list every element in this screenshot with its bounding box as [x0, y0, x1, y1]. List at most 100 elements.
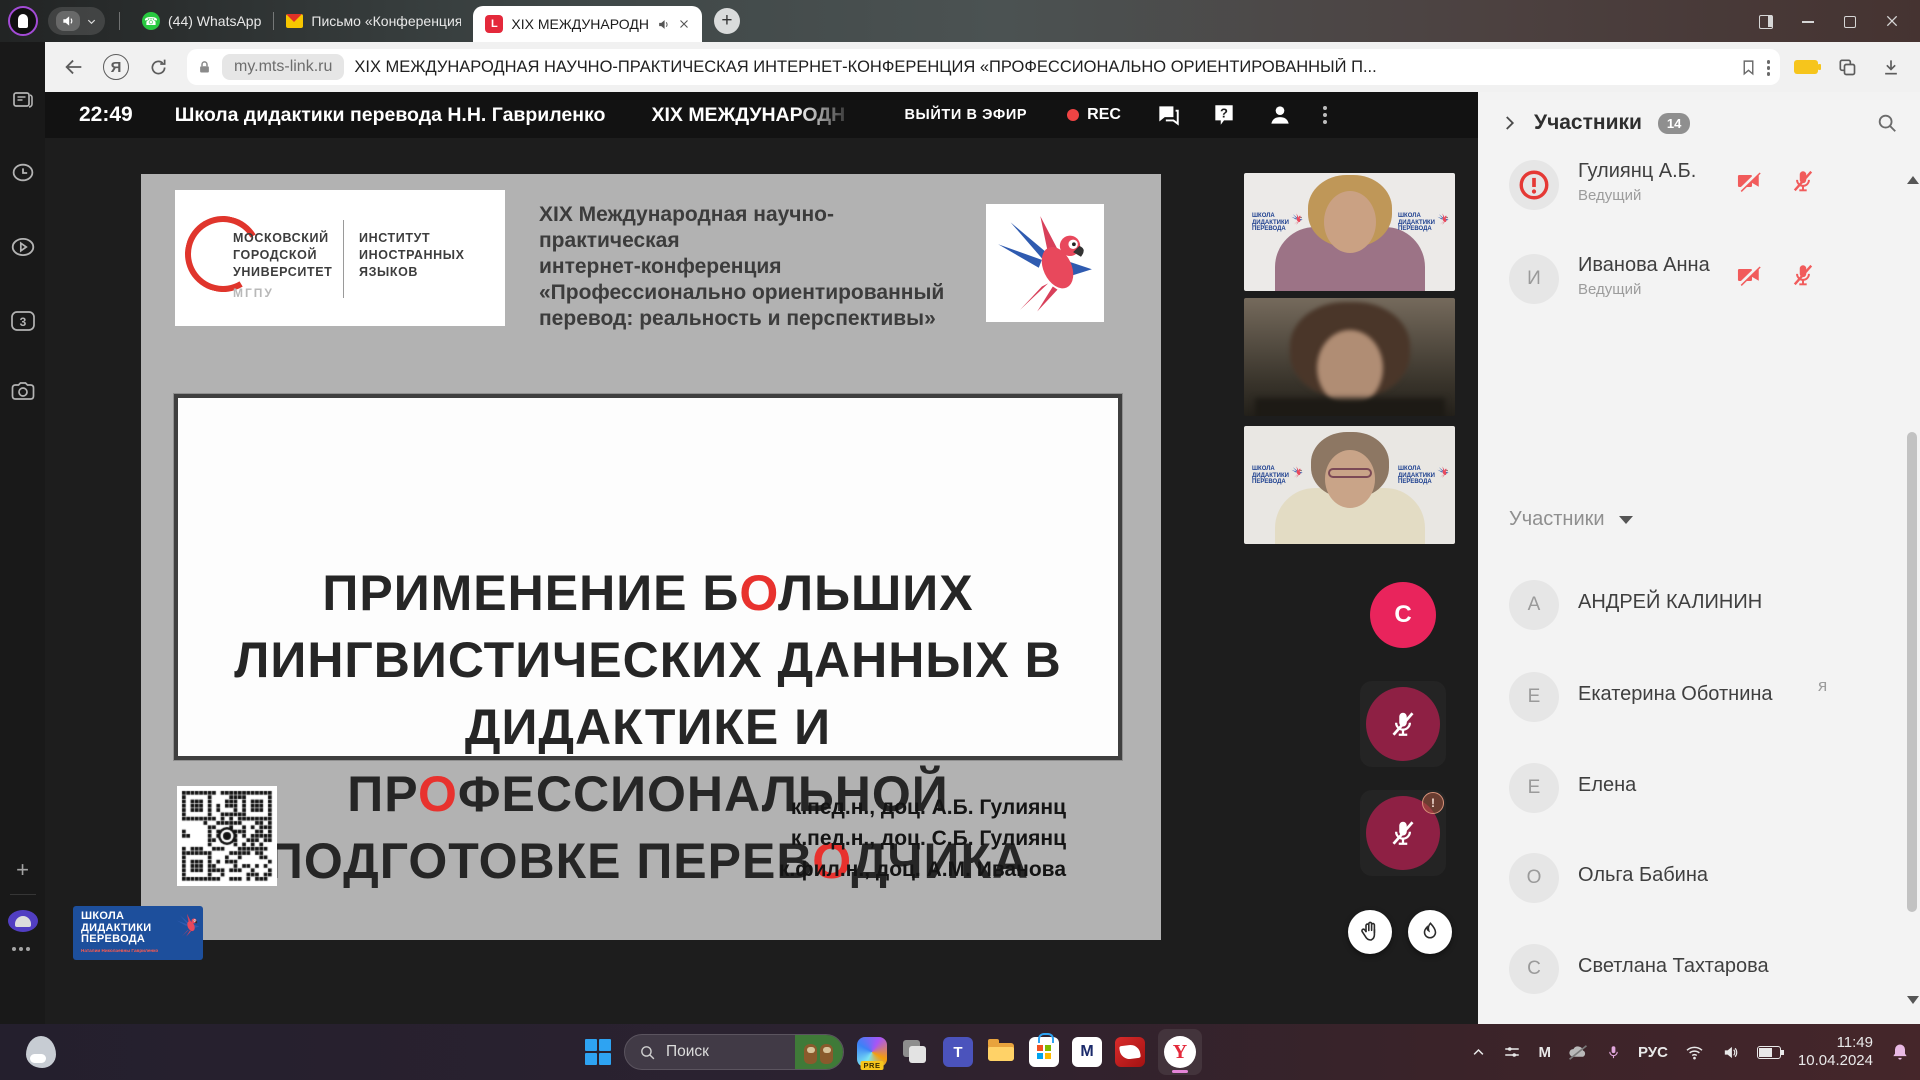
alice-assistant-icon[interactable]	[8, 910, 38, 932]
battery-icon[interactable]	[1757, 1046, 1781, 1059]
participant-row[interactable]: О Ольга Бабина	[1478, 851, 1920, 907]
tab-label: Письмо «Конференция 10	[311, 13, 461, 29]
collapse-panel-icon[interactable]	[1500, 114, 1518, 132]
mts-link-icon: L	[485, 15, 503, 33]
speaker-icon	[56, 11, 80, 31]
logo-divider	[343, 220, 344, 298]
reactions-button[interactable]	[1408, 910, 1452, 954]
search-icon[interactable]	[1876, 112, 1898, 134]
file-explorer-icon[interactable]	[986, 1037, 1016, 1067]
yandex-home-button[interactable]: Я	[103, 54, 129, 80]
add-panel-icon[interactable]: +	[16, 857, 29, 883]
go-live-button[interactable]: ВЫЙТИ В ЭФИР	[904, 107, 1027, 123]
address-menu-icon[interactable]	[1767, 60, 1771, 64]
video-tile[interactable]: ШКОЛА ДИДАКТИКИ ПЕРЕВОДА ШКОЛА ДИДАКТИКИ…	[1244, 426, 1455, 544]
taskbar-search[interactable]: Поиск	[624, 1034, 844, 1070]
scrollbar-thumb[interactable]	[1907, 432, 1917, 912]
tab-audio-icon[interactable]	[657, 18, 670, 31]
tab-mts-link-active[interactable]: L XIX МЕЖДУНАРОДН	[473, 6, 702, 42]
new-tab-button[interactable]: +	[714, 8, 740, 34]
tab-sound-control[interactable]	[48, 7, 105, 35]
participant-name: Ольга Бабина	[1578, 864, 1708, 887]
participant-role: Ведущий	[1578, 187, 1641, 204]
participant-avatar-muted[interactable]	[1360, 681, 1446, 767]
history-icon[interactable]	[10, 160, 35, 190]
screenshot-icon[interactable]	[9, 380, 36, 409]
avatar-letter: Е	[1528, 777, 1541, 799]
participant-row-host[interactable]: Гулиянц А.Б. Ведущий	[1478, 158, 1920, 214]
me-badge: я	[1818, 676, 1827, 696]
downloads-icon[interactable]	[1876, 52, 1906, 82]
tab-close-icon[interactable]	[678, 18, 690, 30]
ebook-app-icon[interactable]	[1115, 1037, 1145, 1067]
video-player-icon[interactable]	[10, 234, 36, 265]
tab-separator	[119, 12, 120, 30]
scroll-down-icon[interactable]	[1907, 996, 1919, 1004]
start-button[interactable]	[585, 1039, 611, 1065]
participant-avatar-muted[interactable]: !	[1360, 790, 1446, 876]
participant-row[interactable]: Е Екатерина Оботнина я	[1478, 670, 1920, 726]
tab-mail[interactable]: Письмо «Конференция 10	[274, 4, 473, 38]
more-options-icon[interactable]	[1323, 106, 1327, 110]
chat-icon[interactable]	[1155, 102, 1181, 128]
clock[interactable]: 11:49 10.04.2024	[1798, 1034, 1873, 1070]
rail-more-icon[interactable]	[12, 947, 16, 951]
slide-authors: к.пед.н., доц. А.Б. Гулиянц к.пед.н., до…	[779, 792, 1066, 885]
address-bar[interactable]: my.mts-link.ru XIX МЕЖДУНАРОДНАЯ НАУЧНО-…	[187, 49, 1780, 85]
video-tile[interactable]: ШКОЛА ДИДАКТИКИ ПЕРЕВОДА ШКОЛА ДИДАКТИКИ…	[1244, 173, 1455, 291]
collections-icon[interactable]	[1832, 52, 1862, 82]
participant-avatar[interactable]: C	[1370, 582, 1436, 648]
task-view-icon[interactable]	[900, 1037, 930, 1067]
participant-row[interactable]: С Светлана Тахтарова	[1478, 942, 1920, 998]
webinar-header: 22:49 Школа дидактики перевода Н.Н. Гавр…	[45, 92, 1478, 138]
browser-profile-icon[interactable]	[8, 6, 38, 36]
panel-scrollbar[interactable]	[1906, 162, 1918, 1012]
tray-chevron-up-icon[interactable]	[1471, 1045, 1486, 1060]
window-maximize-button[interactable]	[1842, 13, 1858, 29]
microphone-tray-icon[interactable]	[1606, 1043, 1621, 1062]
window-minimize-button[interactable]	[1800, 13, 1816, 29]
participants-icon[interactable]	[1267, 102, 1293, 128]
teams-icon[interactable]: T	[943, 1037, 973, 1067]
participant-row[interactable]: А АНДРЕЙ КАЛИНИН	[1478, 578, 1920, 634]
windows-taskbar: Поиск PRE T M Y M РУС	[0, 1024, 1920, 1080]
search-icon	[639, 1044, 656, 1061]
copilot-icon[interactable]: PRE	[857, 1037, 887, 1067]
volume-icon[interactable]	[1721, 1044, 1740, 1061]
microsoft-store-icon[interactable]	[1029, 1037, 1059, 1067]
tabs-panel-icon[interactable]	[11, 88, 35, 117]
yandex-browser-icon[interactable]: Y	[1158, 1029, 1202, 1075]
notification-bell-icon[interactable]	[1890, 1042, 1910, 1062]
camera-off-icon	[1736, 168, 1762, 194]
window-close-button[interactable]	[1884, 13, 1900, 29]
settings-sliders-icon[interactable]	[1503, 1043, 1521, 1061]
tray-m-icon[interactable]: M	[1538, 1044, 1550, 1061]
participant-row[interactable]: Е Елена	[1478, 761, 1920, 817]
address-domain[interactable]: my.mts-link.ru	[222, 54, 344, 80]
refresh-button[interactable]	[143, 52, 173, 82]
copilot-pre-badge: PRE	[861, 1061, 884, 1070]
participants-section-header[interactable]: Участники	[1509, 508, 1633, 531]
video-tile[interactable]	[1244, 298, 1455, 416]
battery-saver-extension-icon[interactable]	[1794, 60, 1818, 74]
tile-brand-text: ШКОЛА ДИДАКТИКИ ПЕРЕВОДА	[1398, 466, 1435, 486]
language-indicator[interactable]: РУС	[1638, 1044, 1668, 1061]
wifi-icon[interactable]	[1685, 1045, 1704, 1060]
tab-whatsapp[interactable]: ☎ (44) WhatsApp	[130, 4, 273, 38]
university-name: МОСКОВСКИЙ ГОРОДСКОЙ УНИВЕРСИТЕТ	[233, 230, 332, 281]
university-abbr: МГПУ	[233, 286, 274, 300]
raise-hand-button[interactable]	[1348, 910, 1392, 954]
sidebar-toggle-icon[interactable]	[1758, 13, 1774, 29]
tab-counter-icon[interactable]: 3	[10, 310, 36, 337]
onedrive-paused-icon[interactable]	[1567, 1044, 1589, 1061]
weather-widget-icon[interactable]	[26, 1036, 56, 1068]
questions-icon[interactable]: ?	[1211, 102, 1237, 128]
scroll-up-icon[interactable]	[1907, 176, 1919, 184]
tab-count: 3	[19, 315, 26, 329]
participant-name: Иванова Анна	[1578, 254, 1710, 277]
m-app-icon[interactable]: M	[1072, 1037, 1102, 1067]
rec-label: REC	[1087, 106, 1121, 124]
participant-row-host[interactable]: И Иванова Анна Ведущий	[1478, 252, 1920, 308]
bookmark-flag-icon[interactable]	[1740, 59, 1757, 76]
back-button[interactable]	[59, 52, 89, 82]
